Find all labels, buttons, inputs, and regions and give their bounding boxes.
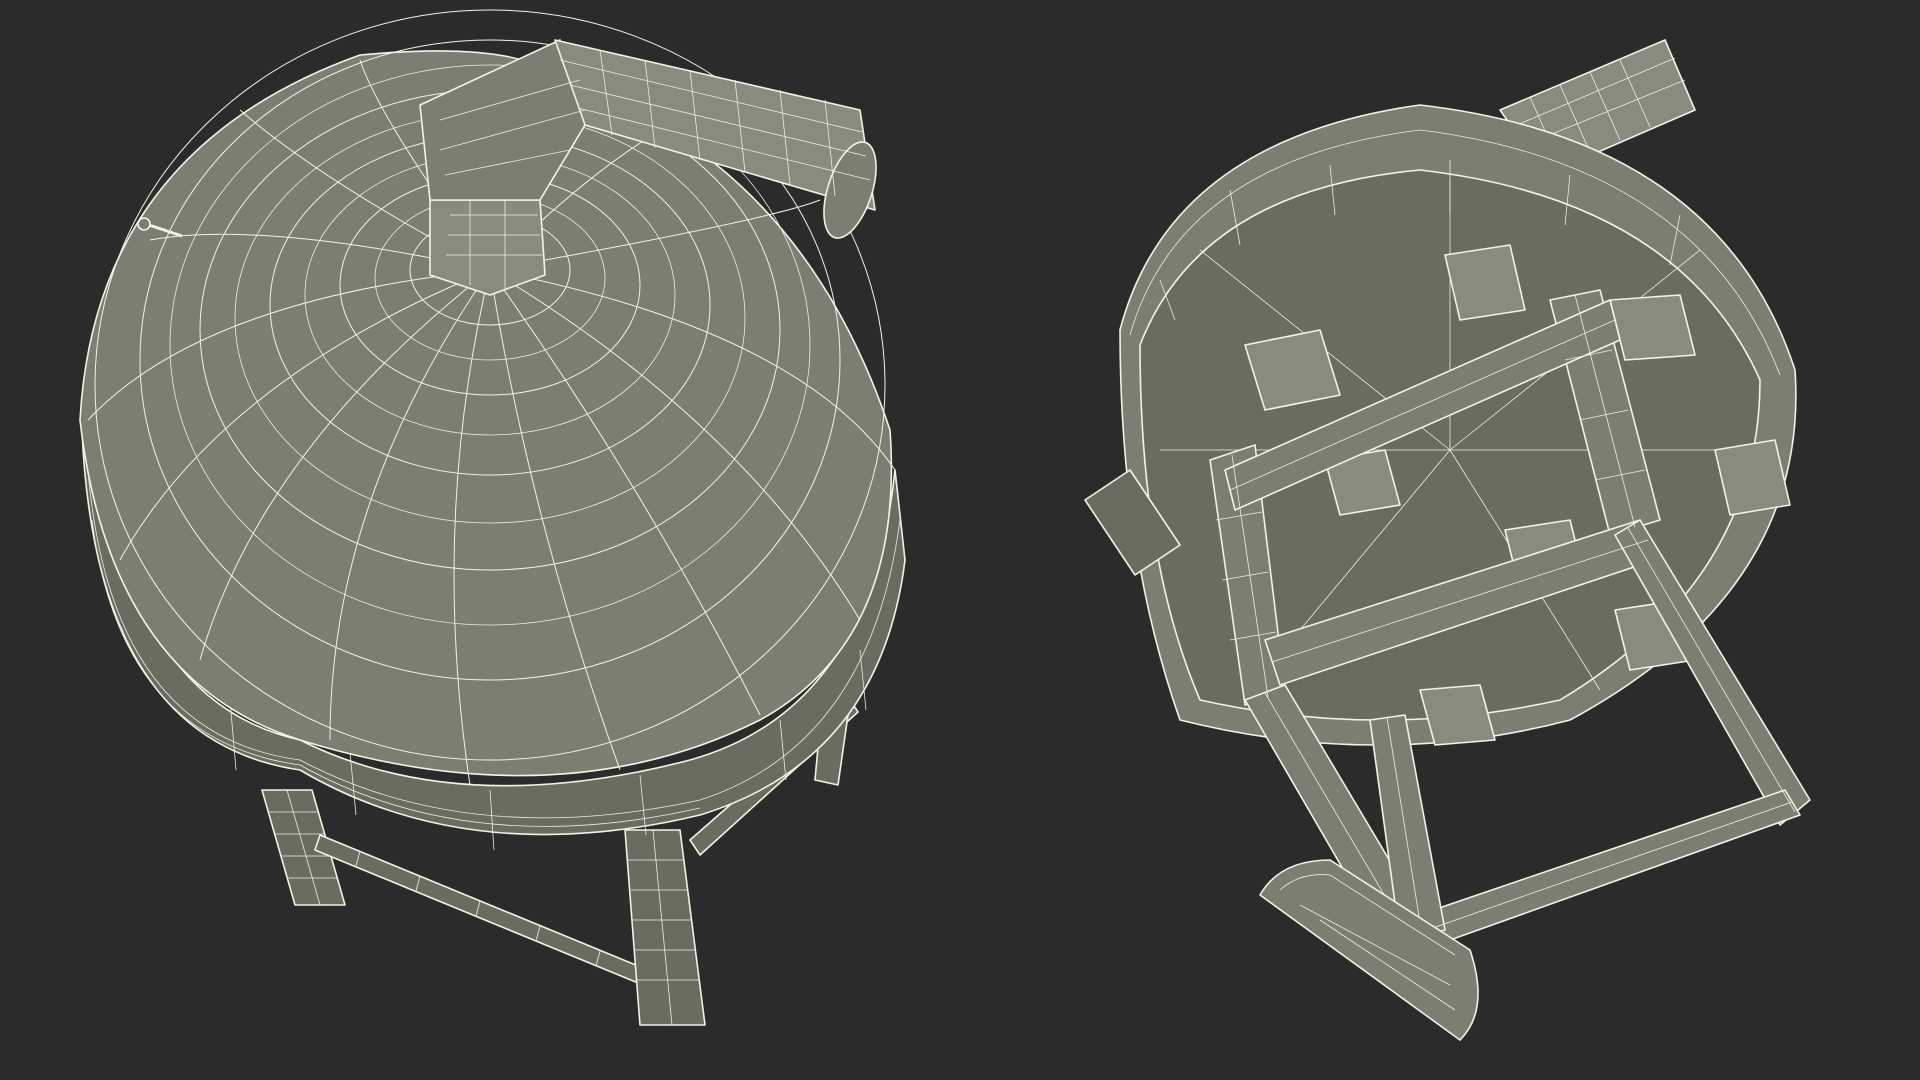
render-svg (79, 9, 1811, 1041)
wireframe-render-canvas (0, 0, 1920, 1080)
top-view-water-tank (79, 9, 906, 1026)
bottom-view-water-tank (1084, 39, 1811, 1041)
base-fin (1259, 859, 1479, 1041)
